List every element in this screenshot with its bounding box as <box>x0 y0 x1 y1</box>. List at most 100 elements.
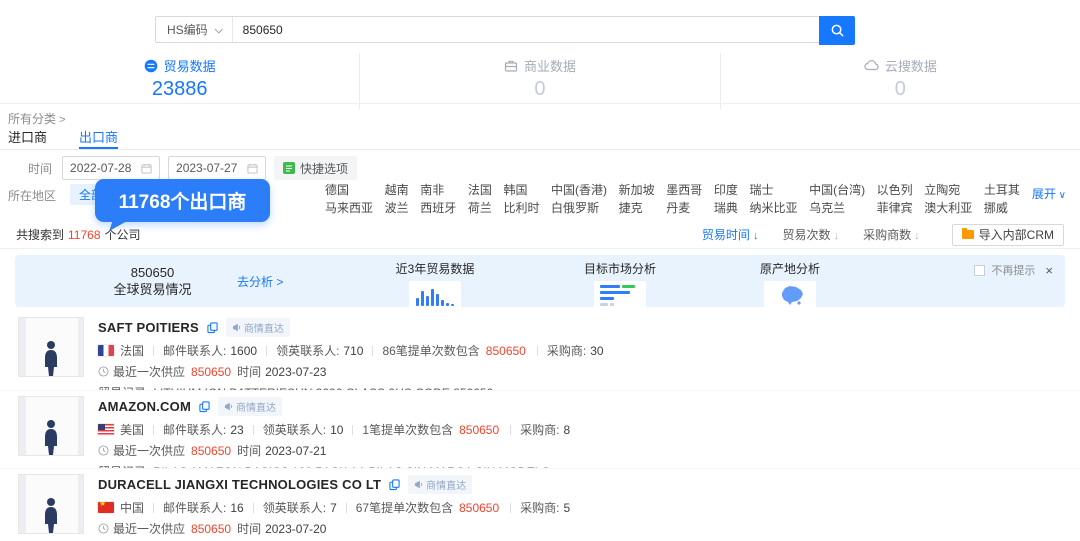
trade-data-label: 贸易数据 <box>164 56 216 75</box>
company-badge[interactable]: 商情直达 <box>218 397 282 416</box>
region-option[interactable]: 瑞士 <box>749 184 797 197</box>
cloud-search-data-count: 0 <box>721 78 1080 101</box>
linkedin-contacts-label: 领英联系人: <box>263 421 326 438</box>
company-name[interactable]: SAFT POITIERS <box>98 320 199 335</box>
chevron-down-icon <box>214 25 222 33</box>
company-name[interactable]: AMAZON.COM <box>98 399 191 414</box>
region-option[interactable]: 中国(台湾) <box>809 184 865 197</box>
company-card[interactable]: AMAZON.COM 商情直达 美国 邮件联系人: 23 领英联系人: 10 <box>0 390 1080 460</box>
company-card[interactable]: DURACELL JIANGXI TECHNOLOGIES CO LT 商情直达… <box>0 468 1080 538</box>
summary-item-trade-3y[interactable]: 近3年贸易数据 <box>375 260 495 309</box>
region-option[interactable]: 韩国 <box>503 184 539 197</box>
buyers-value: 30 <box>590 344 603 358</box>
company-badge[interactable]: 商情直达 <box>408 475 472 494</box>
breadcrumb-label: 所有分类 <box>8 112 56 126</box>
buyers-value: 8 <box>564 423 571 437</box>
region-option[interactable]: 立陶宛 <box>924 184 972 197</box>
region-option[interactable]: 新加坡 <box>619 184 655 197</box>
tab-importers[interactable]: 进口商 <box>8 127 47 149</box>
dismiss-row: 不再提示 <box>974 262 1053 278</box>
region-option[interactable]: 印度 <box>714 184 738 197</box>
region-option[interactable]: 乌克兰 <box>809 202 865 215</box>
region-option[interactable]: 丹麦 <box>666 202 702 215</box>
horizontal-bar-chart-icon <box>594 281 646 309</box>
buyers-value: 5 <box>564 501 571 515</box>
region-option[interactable]: 墨西哥 <box>666 184 702 197</box>
close-icon[interactable] <box>1045 263 1053 278</box>
search-icon <box>830 23 845 38</box>
divider <box>153 425 154 435</box>
region-option[interactable]: 南非 <box>420 184 456 197</box>
quick-options-button[interactable]: 快捷选项 <box>274 156 357 180</box>
company-badge-label: 商情直达 <box>244 320 284 335</box>
region-option[interactable]: 瑞典 <box>714 202 738 215</box>
dont-show-again-label: 不再提示 <box>991 262 1035 278</box>
exporter-count-text: 11768个出口商 <box>119 192 247 213</box>
region-option[interactable]: 菲律宾 <box>877 202 913 215</box>
region-option[interactable]: 纳米比亚 <box>749 202 797 215</box>
region-option[interactable]: 德国 <box>325 184 373 197</box>
buyers-label: 采购商: <box>547 342 586 359</box>
divider <box>253 503 254 513</box>
region-option[interactable]: 中国(香港) <box>551 184 607 197</box>
company-photo <box>18 317 84 377</box>
business-data-count: 0 <box>360 78 719 101</box>
region-option[interactable]: 捷克 <box>619 202 655 215</box>
region-option[interactable]: 荷兰 <box>468 202 492 215</box>
summary-item-origin[interactable]: 原产地分析 <box>730 260 850 309</box>
search-input[interactable] <box>233 17 854 42</box>
region-option[interactable]: 西班牙 <box>420 202 456 215</box>
date-start-input[interactable]: 2022-07-28 <box>62 156 160 180</box>
clock-icon <box>98 523 109 534</box>
company-card[interactable]: SAFT POITIERS 商情直达 法国 邮件联系人: 1600 领英联系人: <box>0 312 1080 382</box>
hs-code-value: 850650 <box>459 423 499 437</box>
tab-cloud-search-data[interactable]: 云搜数据 0 <box>720 53 1080 109</box>
go-analyze-link[interactable]: 去分析 <box>237 273 283 290</box>
person-icon <box>41 419 61 455</box>
breadcrumb[interactable]: 所有分类 <box>8 110 66 127</box>
region-option[interactable]: 波兰 <box>385 202 409 215</box>
copy-icon[interactable] <box>389 479 400 491</box>
region-option-column: 越南 波兰 <box>385 184 409 215</box>
tab-exporters[interactable]: 出口商 <box>79 127 118 149</box>
business-data-label: 商业数据 <box>524 56 576 75</box>
region-option[interactable]: 挪威 <box>984 202 1020 215</box>
search-button[interactable] <box>819 16 855 45</box>
region-option[interactable]: 越南 <box>385 184 409 197</box>
megaphone-icon <box>414 480 423 489</box>
region-option[interactable]: 以色列 <box>877 184 913 197</box>
expand-regions-link[interactable]: 展开 <box>1032 185 1066 202</box>
quick-options-icon <box>283 162 295 174</box>
company-photo <box>18 396 84 456</box>
region-option[interactable]: 比利时 <box>503 202 539 215</box>
copy-icon[interactable] <box>199 401 210 413</box>
company-name[interactable]: DURACELL JIANGXI TECHNOLOGIES CO LT <box>98 477 381 492</box>
search-category-select[interactable]: HS编码 <box>156 17 233 42</box>
recent-supply-time-word: 时间 <box>237 520 261 537</box>
import-crm-button[interactable]: 导入内部CRM <box>952 224 1064 246</box>
date-end-input[interactable]: 2023-07-27 <box>168 156 266 180</box>
dont-show-again-checkbox[interactable] <box>974 265 985 276</box>
tab-trade-data[interactable]: 贸易数据 23886 <box>0 53 359 109</box>
company-badge[interactable]: 商情直达 <box>226 318 290 337</box>
sort-by-buyer-count[interactable]: 采购商数 <box>863 226 920 243</box>
region-option[interactable]: 澳大利亚 <box>924 202 972 215</box>
results-bar: 共搜索到 11768 个公司 贸易时间 贸易次数 采购商数 导入内部CRM <box>0 221 1080 249</box>
sort-by-trade-time[interactable]: 贸易时间 <box>702 226 759 243</box>
divider <box>266 346 267 356</box>
region-option[interactable]: 马来西亚 <box>325 202 373 215</box>
email-contacts-value: 16 <box>230 501 243 515</box>
summary-item-target-market[interactable]: 目标市场分析 <box>560 260 680 309</box>
recent-supply-code: 850650 <box>191 444 231 458</box>
buyers-label: 采购商: <box>520 421 559 438</box>
copy-icon[interactable] <box>207 322 218 334</box>
region-option[interactable]: 法国 <box>468 184 492 197</box>
region-option[interactable]: 白俄罗斯 <box>551 202 607 215</box>
region-option[interactable]: 土耳其 <box>984 184 1020 197</box>
calendar-icon <box>247 163 258 174</box>
cloud-search-icon <box>864 59 879 72</box>
sort-by-trade-count[interactable]: 贸易次数 <box>783 226 840 243</box>
business-data-icon <box>504 59 518 73</box>
tab-business-data[interactable]: 商业数据 0 <box>359 53 719 109</box>
linkedin-contacts-value: 710 <box>343 344 363 358</box>
